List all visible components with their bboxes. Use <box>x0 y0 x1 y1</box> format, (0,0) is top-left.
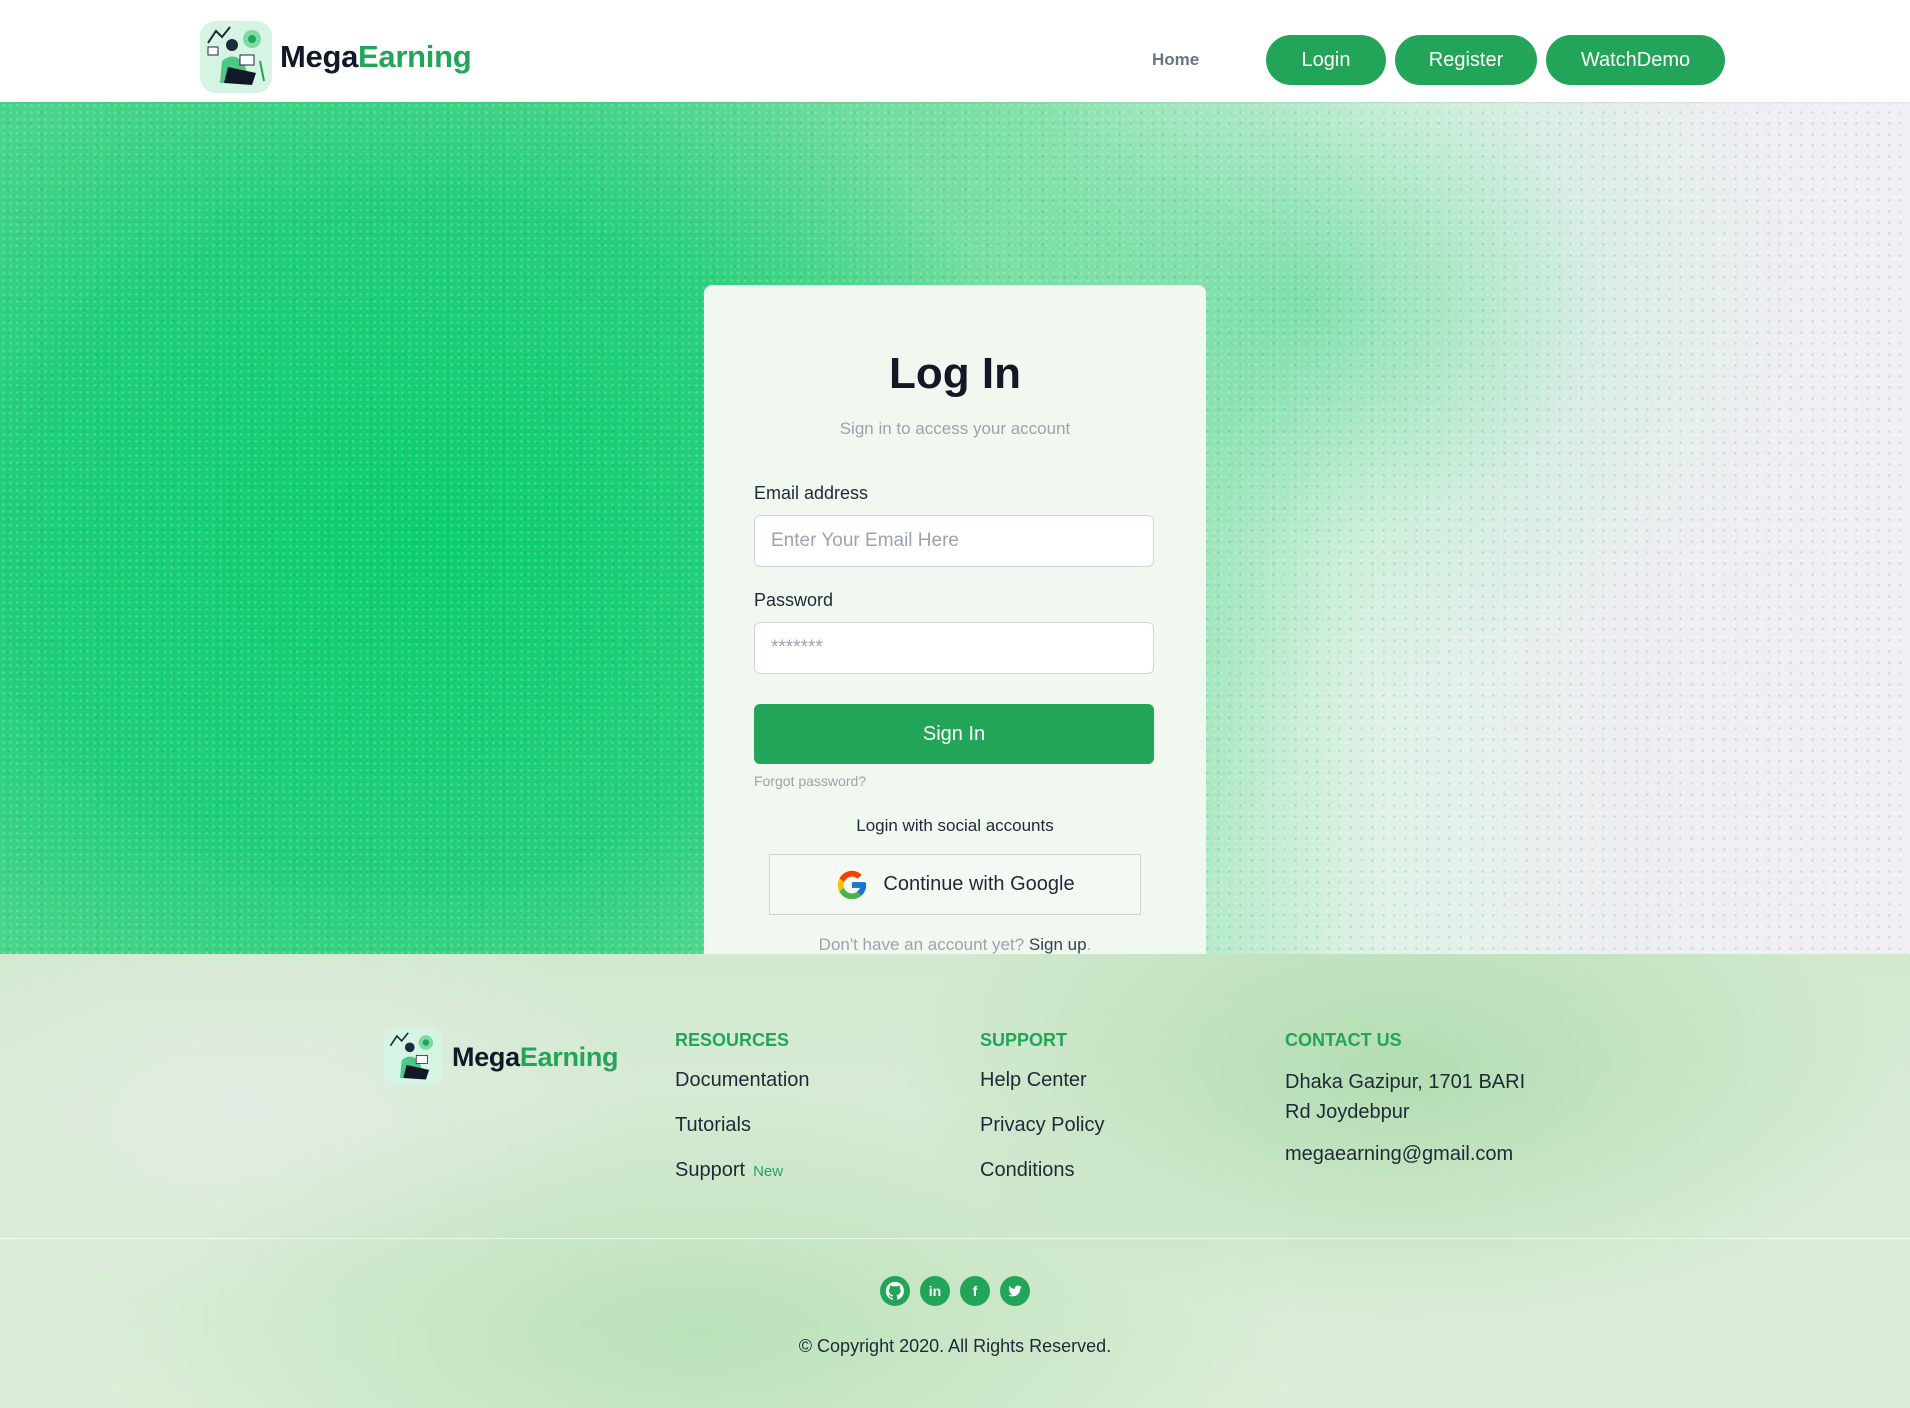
footer-brand-part1: Mega <box>452 1041 520 1072</box>
facebook-icon[interactable]: f <box>960 1276 990 1306</box>
email-input[interactable] <box>754 515 1154 567</box>
contact-email-link[interactable]: megaearning@gmail.com <box>1285 1141 1545 1168</box>
nav-login-button[interactable]: Login <box>1266 35 1386 85</box>
continue-with-google-button[interactable]: Continue with Google <box>769 854 1141 915</box>
footer-brand-part2: Earning <box>519 1041 619 1072</box>
brand-name-part2: Earning <box>358 39 472 74</box>
signup-prompt: Don't have an account yet? Sign up. <box>704 935 1206 954</box>
brand-name: MegaEarning <box>280 39 472 75</box>
nav-home-link[interactable]: Home <box>1152 50 1199 70</box>
no-account-text: Don't have an account yet? <box>818 935 1025 954</box>
footer-link-support[interactable]: Support <box>675 1159 745 1181</box>
footer-contact-column: CONTACT US Dhaka Gazipur, 1701 BARI Rd J… <box>1285 1030 1545 1186</box>
contact-address: Dhaka Gazipur, 1701 BARI Rd Joydebpur <box>1285 1071 1526 1123</box>
login-card: Log In Sign in to access your account Em… <box>704 285 1206 954</box>
password-label: Password <box>754 590 834 610</box>
social-icons: in f <box>0 1276 1910 1306</box>
footer-brand-name: MegaEarning <box>452 1041 619 1073</box>
brand-logo-link[interactable]: MegaEarning <box>200 21 472 93</box>
footer-link-tutorials[interactable]: Tutorials <box>675 1112 810 1139</box>
hero-background: Log In Sign in to access your account Em… <box>0 102 1910 954</box>
resources-heading: RESOURCES <box>675 1030 790 1050</box>
footer-resources-column: RESOURCES Documentation Tutorials Suppor… <box>675 1030 810 1203</box>
login-title: Log In <box>889 349 1021 398</box>
login-subtitle: Sign in to access your account <box>839 419 1071 438</box>
footer-link-documentation[interactable]: Documentation <box>675 1067 810 1094</box>
brand-illustration-icon <box>200 21 272 93</box>
footer-brand[interactable]: MegaEarning <box>384 1028 619 1086</box>
footer-divider <box>0 1238 1910 1239</box>
footer-link-conditions[interactable]: Conditions <box>980 1157 1104 1184</box>
support-heading: SUPPORT <box>980 1030 1068 1050</box>
social-login-label: Login with social accounts <box>856 816 1054 835</box>
footer-support-column: SUPPORT Help Center Privacy Policy Condi… <box>980 1030 1104 1202</box>
password-input[interactable] <box>754 622 1154 674</box>
footer-link-help-center[interactable]: Help Center <box>980 1067 1104 1094</box>
footer: MegaEarning RESOURCES Documentation Tuto… <box>0 954 1910 1408</box>
brand-name-part1: Mega <box>280 39 359 74</box>
top-navbar: MegaEarning Home Login Register WatchDem… <box>0 0 1910 102</box>
footer-link-privacy-policy[interactable]: Privacy Policy <box>980 1112 1104 1139</box>
footer-brand-illustration-icon <box>384 1028 442 1086</box>
forgot-password-link[interactable]: Forgot password? <box>754 773 866 789</box>
copyright-text: © Copyright 2020. All Rights Reserved. <box>798 1336 1112 1356</box>
google-button-label: Continue with Google <box>883 873 1075 895</box>
nav-register-button[interactable]: Register <box>1395 35 1537 85</box>
sign-up-link[interactable]: Sign up <box>1029 935 1087 954</box>
google-icon <box>838 870 867 899</box>
email-label: Email address <box>754 483 869 503</box>
twitter-icon[interactable] <box>1000 1276 1030 1306</box>
linkedin-icon[interactable]: in <box>920 1276 950 1306</box>
sign-in-button[interactable]: Sign In <box>754 704 1154 764</box>
github-icon[interactable] <box>880 1276 910 1306</box>
signup-period: . <box>1086 935 1092 954</box>
new-badge: New <box>753 1163 784 1180</box>
contact-heading: CONTACT US <box>1285 1030 1402 1050</box>
footer-link-support-row: Support New <box>675 1157 810 1185</box>
nav-watch-demo-button[interactable]: WatchDemo <box>1546 35 1725 85</box>
